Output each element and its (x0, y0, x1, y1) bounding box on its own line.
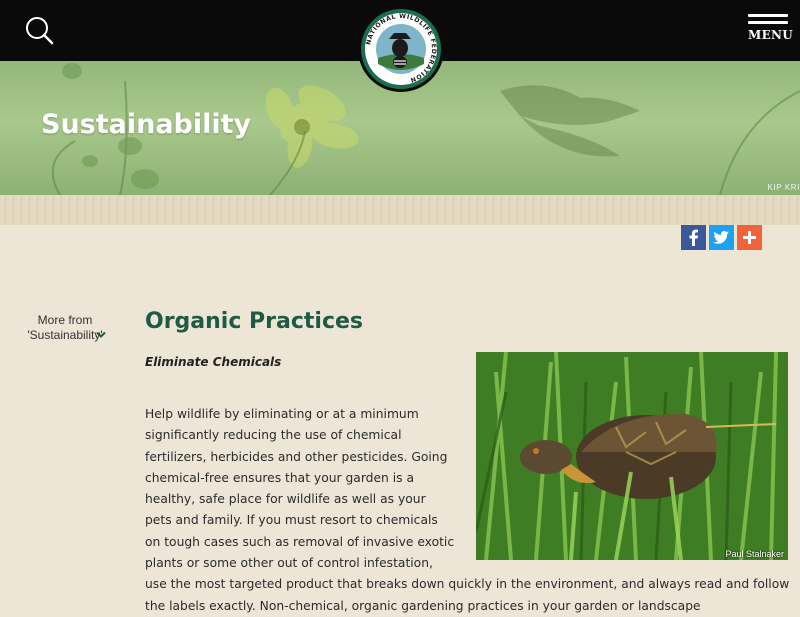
more-from-dropdown[interactable]: More from 'Sustainability' (10, 313, 120, 343)
chevron-down-icon (96, 331, 106, 338)
hero-title: Sustainability (41, 109, 252, 140)
search-icon (26, 17, 54, 45)
hamburger-icon (748, 14, 788, 17)
article-subhead: Eliminate Chemicals (145, 355, 282, 369)
nwf-logo[interactable]: NATIONAL WILDLIFE FEDERATION (356, 4, 446, 94)
plus-icon (743, 231, 756, 244)
search-button[interactable] (22, 14, 58, 50)
facebook-icon (689, 229, 698, 246)
twitter-icon (713, 231, 729, 244)
photo-float-spacer (455, 404, 793, 556)
twitter-share-button[interactable] (709, 225, 734, 250)
article-body: Help wildlife by eliminating or at a min… (145, 404, 793, 617)
more-from-label: More from (37, 313, 93, 327)
facebook-share-button[interactable] (681, 225, 706, 250)
texture-divider (0, 195, 800, 225)
logo-badge-icon: NATIONAL WILDLIFE FEDERATION (358, 6, 444, 92)
article-title: Organic Practices (145, 309, 364, 334)
addthis-share-button[interactable] (737, 225, 762, 250)
menu-label: MENU (748, 28, 794, 42)
hero-photo-credit: KIP KRI (767, 183, 800, 192)
hamburger-icon-bar (748, 21, 788, 24)
menu-button[interactable]: MENU (748, 14, 794, 50)
